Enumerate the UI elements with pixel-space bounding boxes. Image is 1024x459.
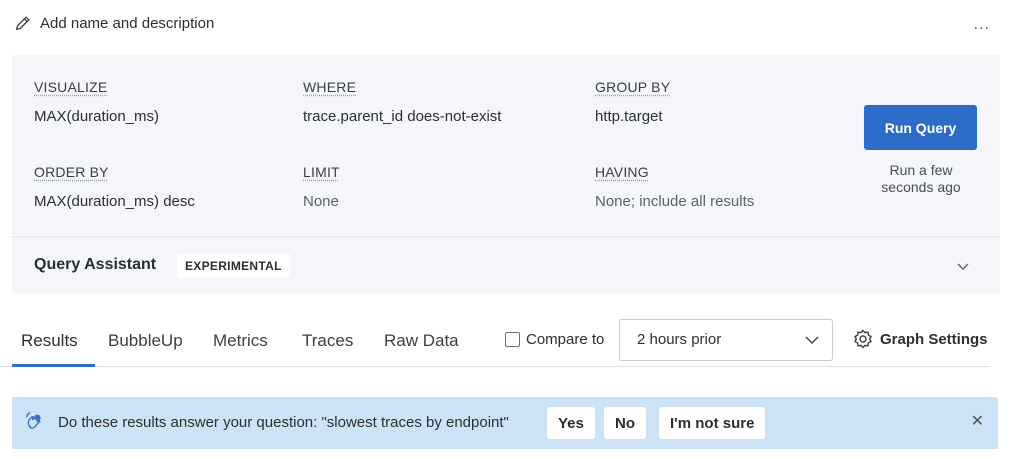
- where-value[interactable]: trace.parent_id does-not-exist: [303, 108, 501, 125]
- compare-checkbox[interactable]: [505, 332, 520, 347]
- active-tab-indicator: [12, 364, 95, 367]
- feedback-not-sure-button[interactable]: I'm not sure: [659, 407, 766, 439]
- query-builder-panel: VISUALIZE MAX(duration_ms) WHERE trace.p…: [12, 55, 1000, 235]
- visualize-value[interactable]: MAX(duration_ms): [34, 108, 159, 125]
- tab-bubbleup[interactable]: BubbleUp: [108, 331, 183, 351]
- limit-value[interactable]: None: [303, 193, 339, 210]
- chevron-down-icon: [805, 336, 819, 344]
- gear-icon: [854, 329, 872, 349]
- compare-period-value: 2 hours prior: [637, 331, 722, 348]
- having-label[interactable]: HAVING: [595, 164, 649, 180]
- visualize-label[interactable]: VISUALIZE: [34, 79, 107, 95]
- chevron-down-icon[interactable]: [956, 259, 970, 273]
- graph-settings-label: Graph Settings: [880, 330, 988, 348]
- order-by-value[interactable]: MAX(duration_ms) desc: [34, 193, 195, 210]
- feedback-yes-button[interactable]: Yes: [547, 407, 595, 439]
- waving-hand-icon: [25, 411, 41, 429]
- feedback-no-button[interactable]: No: [604, 407, 646, 439]
- group-by-value[interactable]: http.target: [595, 108, 663, 125]
- experimental-badge: EXPERIMENTAL: [177, 254, 290, 278]
- order-by-label[interactable]: ORDER BY: [34, 164, 109, 180]
- tab-traces[interactable]: Traces: [302, 331, 353, 351]
- group-by-label[interactable]: GROUP BY: [595, 79, 670, 95]
- where-label[interactable]: WHERE: [303, 79, 356, 95]
- tab-results[interactable]: Results: [21, 331, 78, 351]
- having-value[interactable]: None; include all results: [595, 193, 754, 210]
- compare-period-select[interactable]: 2 hours prior: [619, 319, 833, 361]
- more-options-button[interactable]: ...: [974, 16, 990, 34]
- compare-label[interactable]: Compare to: [526, 331, 604, 348]
- tab-raw-data[interactable]: Raw Data: [384, 331, 459, 351]
- tab-metrics[interactable]: Metrics: [213, 331, 268, 351]
- close-icon[interactable]: ✕: [971, 411, 984, 431]
- run-query-button[interactable]: Run Query: [864, 105, 977, 150]
- limit-label[interactable]: LIMIT: [303, 164, 340, 180]
- run-status-text: Run a few seconds ago: [881, 162, 961, 195]
- feedback-banner: Do these results answer your question: "…: [12, 397, 998, 449]
- query-assistant-bar[interactable]: Query Assistant EXPERIMENTAL: [12, 236, 1000, 293]
- feedback-question: Do these results answer your question: "…: [58, 414, 509, 431]
- add-name-description-link[interactable]: Add name and description: [14, 14, 214, 32]
- add-name-description-label: Add name and description: [40, 14, 215, 32]
- query-assistant-title: Query Assistant: [34, 256, 157, 273]
- pencil-icon: [15, 16, 30, 31]
- graph-settings-button[interactable]: Graph Settings: [853, 329, 988, 349]
- tabs-divider: [0, 366, 990, 367]
